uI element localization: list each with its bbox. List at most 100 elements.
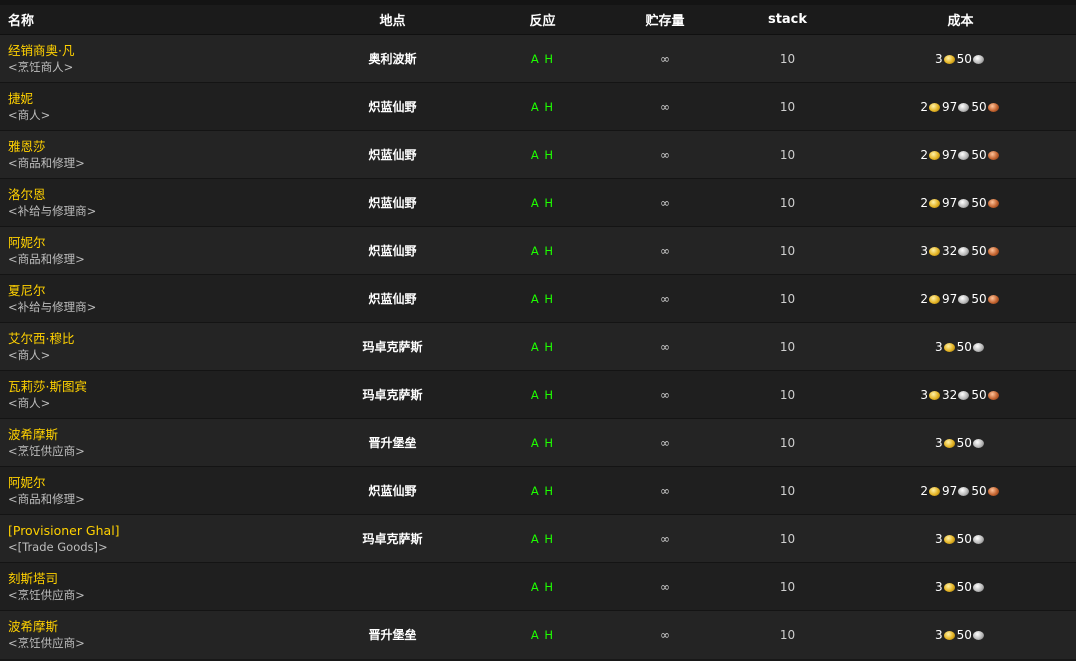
location-cell[interactable]: 炽蓝仙野	[300, 466, 485, 515]
cost-cell: 3 50	[845, 562, 1076, 611]
column-header-location[interactable]: 地点	[300, 5, 485, 35]
copper-coin-icon	[987, 294, 999, 304]
stock-cell: ∞	[600, 274, 730, 323]
stock-cell: ∞	[600, 466, 730, 515]
gold-amount: 3	[935, 340, 957, 354]
npc-name-link[interactable]: 雅恩莎	[8, 138, 300, 155]
gold-amount: 3	[935, 436, 957, 450]
reaction-cell: A H	[485, 514, 600, 563]
location-cell[interactable]: 玛卓克萨斯	[300, 322, 485, 371]
copper-amount: 50	[971, 484, 1000, 498]
table-row: 瓦莉莎·斯图宾 <商人> 玛卓克萨斯 A H ∞ 10 3 32 50	[0, 370, 1076, 419]
stack-cell: 10	[730, 466, 845, 515]
table-row: 经销商奥·凡 <烹饪商人> 奥利波斯 A H ∞ 10 3 50	[0, 34, 1076, 83]
copper-coin-icon	[987, 150, 999, 160]
copper-amount: 50	[971, 148, 1000, 162]
npc-name-link[interactable]: 捷妮	[8, 90, 300, 107]
gold-coin-icon	[943, 342, 955, 352]
stock-cell: ∞	[600, 610, 730, 659]
location-cell[interactable]: 炽蓝仙野	[300, 82, 485, 131]
silver-coin-icon	[958, 390, 970, 400]
silver-coin-icon	[958, 198, 970, 208]
gold-coin-icon	[929, 102, 941, 112]
gold-value: 2	[920, 195, 929, 210]
stack-cell: 10	[730, 562, 845, 611]
npc-name-link[interactable]: 阿妮尔	[8, 474, 300, 491]
silver-value: 97	[942, 483, 958, 498]
table-row: 雅恩莎 <商品和修理> 炽蓝仙野 A H ∞ 10 2 97 50	[0, 130, 1076, 179]
npc-name-link[interactable]: 夏尼尔	[8, 282, 300, 299]
silver-amount: 50	[957, 52, 986, 66]
cost-cell: 2 97 50	[845, 82, 1076, 131]
column-header-stack[interactable]: stack	[730, 5, 845, 35]
copper-value: 50	[971, 291, 987, 306]
column-header-cost[interactable]: 成本	[845, 5, 1076, 35]
stack-cell: 10	[730, 274, 845, 323]
cost-cell: 2 97 50	[845, 274, 1076, 323]
gold-coin-icon	[943, 582, 955, 592]
silver-value: 50	[956, 531, 972, 546]
silver-amount: 97	[942, 100, 971, 114]
npc-name-link[interactable]: 刻斯塔司	[8, 570, 300, 587]
npc-title: <烹饪供应商>	[8, 444, 85, 458]
location-cell[interactable]: 炽蓝仙野	[300, 130, 485, 179]
column-header-stock[interactable]: 贮存量	[600, 5, 730, 35]
reaction-cell: A H	[485, 610, 600, 659]
npc-cell: 雅恩莎 <商品和修理>	[0, 130, 300, 179]
silver-value: 97	[942, 291, 958, 306]
location-cell[interactable]: 炽蓝仙野	[300, 274, 485, 323]
cost-cell: 2 97 50	[845, 178, 1076, 227]
silver-amount: 50	[957, 628, 986, 642]
copper-value: 50	[971, 243, 987, 258]
silver-coin-icon	[958, 246, 970, 256]
npc-name-link[interactable]: [Provisioner Ghal]	[8, 522, 300, 539]
gold-amount: 2	[920, 484, 942, 498]
location-cell[interactable]	[300, 562, 485, 611]
npc-cell: 波希摩斯 <烹饪供应商>	[0, 610, 300, 659]
reaction-cell: A H	[485, 370, 600, 419]
cost-cell: 3 50	[845, 34, 1076, 83]
table-row: 阿妮尔 <商品和修理> 炽蓝仙野 A H ∞ 10 2 97 50	[0, 466, 1076, 515]
column-header-name[interactable]: 名称	[0, 5, 300, 35]
npc-name-link[interactable]: 艾尔西·穆比	[8, 330, 300, 347]
stock-cell: ∞	[600, 82, 730, 131]
npc-name-link[interactable]: 阿妮尔	[8, 234, 300, 251]
gold-coin-icon	[929, 198, 941, 208]
table-row: 夏尼尔 <补给与修理商> 炽蓝仙野 A H ∞ 10 2 97 50	[0, 274, 1076, 323]
npc-name-link[interactable]: 洛尔恩	[8, 186, 300, 203]
location-cell[interactable]: 晋升堡垒	[300, 610, 485, 659]
table-row: 艾尔西·穆比 <商人> 玛卓克萨斯 A H ∞ 10 3 50	[0, 322, 1076, 371]
location-cell[interactable]: 玛卓克萨斯	[300, 370, 485, 419]
silver-amount: 32	[942, 388, 971, 402]
gold-value: 3	[935, 579, 943, 594]
silver-amount: 97	[942, 292, 971, 306]
stock-cell: ∞	[600, 34, 730, 83]
npc-title: <商人>	[8, 396, 51, 410]
npc-name-link[interactable]: 波希摩斯	[8, 618, 300, 635]
npc-name-link[interactable]: 瓦莉莎·斯图宾	[8, 378, 300, 395]
copper-value: 50	[971, 387, 987, 402]
copper-coin-icon	[987, 246, 999, 256]
location-cell[interactable]: 炽蓝仙野	[300, 226, 485, 275]
column-header-reaction[interactable]: 反应	[485, 5, 600, 35]
copper-coin-icon	[987, 102, 999, 112]
table-row: 洛尔恩 <补给与修理商> 炽蓝仙野 A H ∞ 10 2 97 50	[0, 178, 1076, 227]
stock-cell: ∞	[600, 514, 730, 563]
location-cell[interactable]: 晋升堡垒	[300, 418, 485, 467]
npc-name-link[interactable]: 经销商奥·凡	[8, 42, 300, 59]
stock-cell: ∞	[600, 418, 730, 467]
silver-value: 97	[942, 195, 958, 210]
location-cell[interactable]: 奥利波斯	[300, 34, 485, 83]
npc-title: <补给与修理商>	[8, 300, 97, 314]
silver-value: 50	[956, 627, 972, 642]
npc-name-link[interactable]: 波希摩斯	[8, 426, 300, 443]
stock-cell: ∞	[600, 370, 730, 419]
silver-coin-icon	[972, 54, 984, 64]
gold-amount: 2	[920, 148, 942, 162]
copper-value: 50	[971, 99, 987, 114]
vendor-table: 名称 地点 反应 贮存量 stack 成本 经销商奥·凡 <烹饪商人> 奥利波斯 A …	[0, 5, 1076, 659]
location-cell[interactable]: 炽蓝仙野	[300, 178, 485, 227]
silver-coin-icon	[958, 486, 970, 496]
reaction-cell: A H	[485, 34, 600, 83]
location-cell[interactable]: 玛卓克萨斯	[300, 514, 485, 563]
